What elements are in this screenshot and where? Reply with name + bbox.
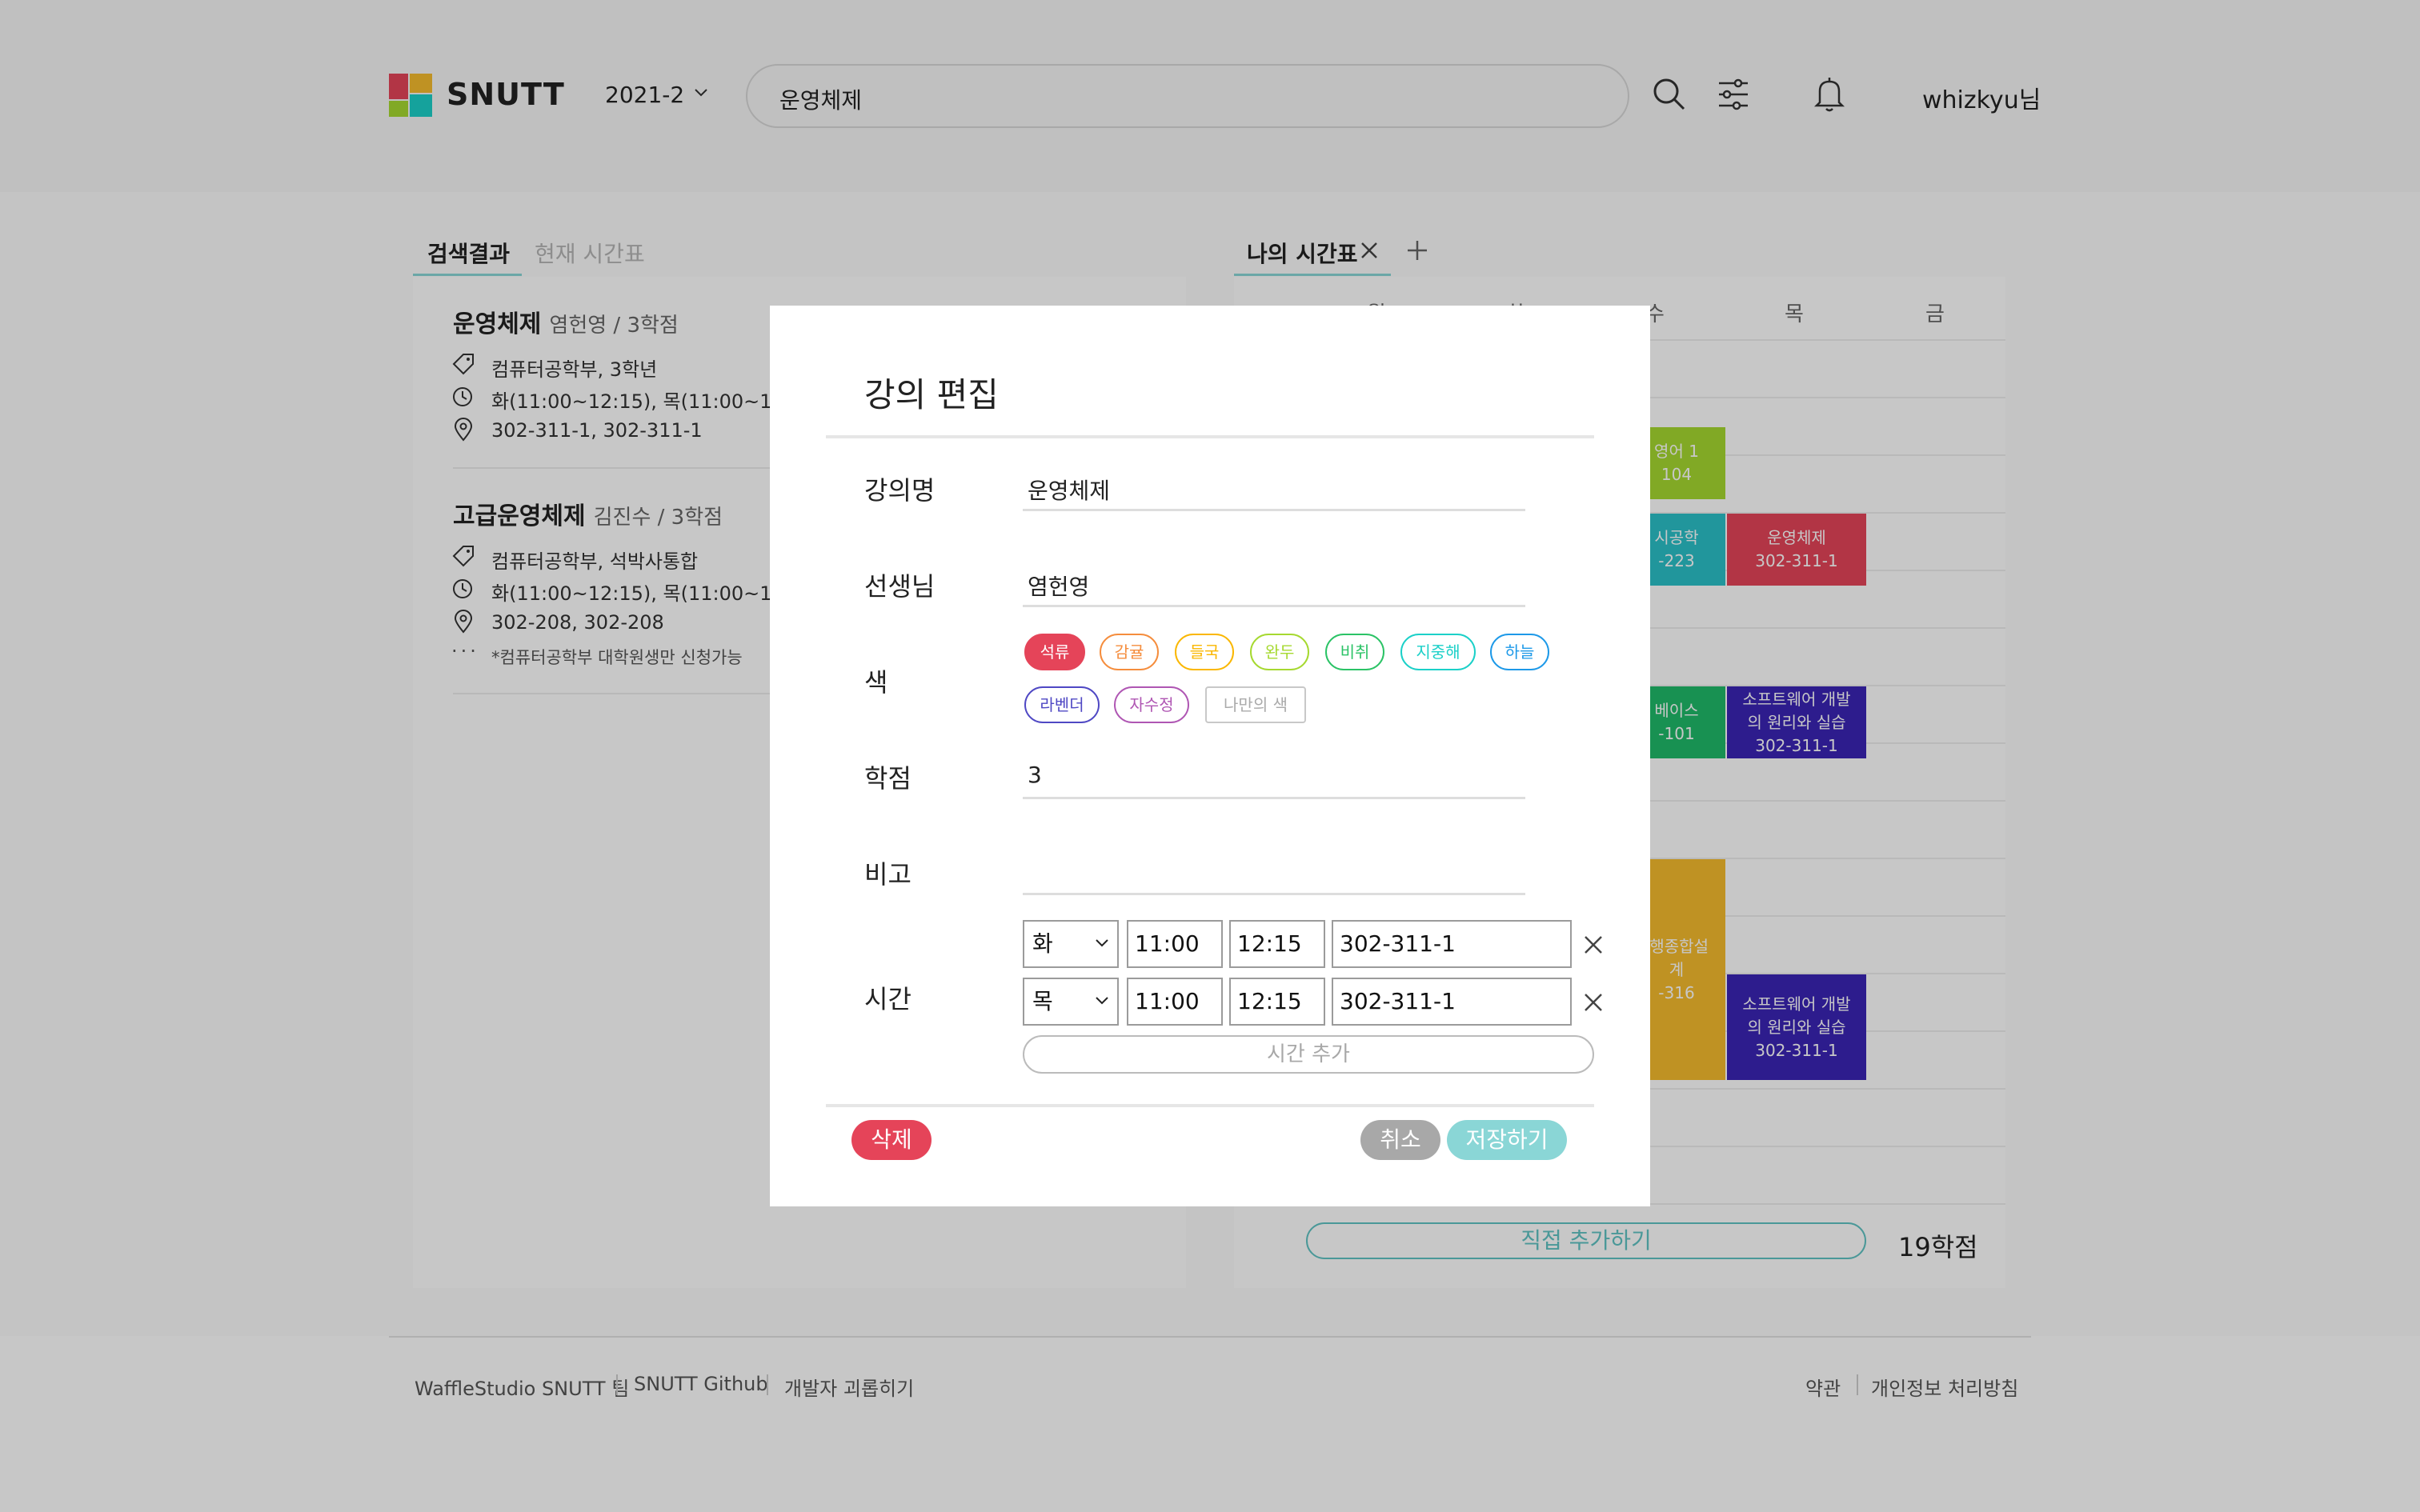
save-button[interactable]: 저장하기 (1447, 1120, 1567, 1160)
input-underline (1023, 509, 1525, 511)
remove-time-icon[interactable] (1581, 990, 1605, 1014)
chevron-down-icon (1096, 997, 1108, 1005)
input-underline (1023, 605, 1525, 607)
dialog-divider (826, 435, 1594, 438)
start-time-input[interactable]: 11:00 (1127, 978, 1223, 1026)
color-chip[interactable]: 라벤더 (1024, 686, 1100, 723)
color-chip[interactable]: 감귤 (1100, 634, 1159, 670)
day-select-value: 목 (1032, 988, 1053, 1014)
input-underline (1023, 893, 1525, 895)
color-chip[interactable]: 들국 (1175, 634, 1234, 670)
color-chip[interactable]: 지중해 (1400, 634, 1476, 670)
place-input[interactable]: 302-311-1 (1332, 920, 1572, 968)
color-chip[interactable]: 완두 (1250, 634, 1309, 670)
dialog-title: 강의 편집 (864, 375, 999, 414)
day-select[interactable]: 화 (1023, 920, 1119, 968)
label-color: 색 (864, 667, 888, 698)
end-time-input[interactable]: 12:15 (1229, 978, 1325, 1026)
end-time-input[interactable]: 12:15 (1229, 920, 1325, 968)
label-lecture-name: 강의명 (864, 475, 936, 506)
start-time-input[interactable]: 11:00 (1127, 920, 1223, 968)
cancel-button[interactable]: 취소 (1360, 1120, 1440, 1160)
label-credit: 학점 (864, 763, 912, 794)
credit-input[interactable]: 3 (1028, 762, 1042, 788)
color-chip-selected[interactable]: 석류 (1024, 634, 1085, 670)
edit-lecture-dialog: 강의 편집 강의명 운영체제 선생님 염헌영 색 석류 감귤 들국 완두 비취 … (770, 306, 1650, 1206)
label-remark: 비고 (864, 859, 912, 890)
chevron-down-icon (1096, 939, 1108, 947)
day-select-value: 화 (1032, 930, 1053, 957)
color-chip[interactable]: 비취 (1325, 634, 1384, 670)
delete-button[interactable]: 삭제 (851, 1120, 932, 1160)
color-chip[interactable]: 하늘 (1490, 634, 1549, 670)
snutt-page: SNUTT 2021-2 운영체제 whizkyu님 검색결과 현재 시간표 운… (0, 0, 2420, 1512)
color-chip[interactable]: 자수정 (1114, 686, 1189, 723)
add-time-button[interactable]: 시간 추가 (1023, 1035, 1594, 1074)
input-underline (1023, 797, 1525, 799)
remove-time-icon[interactable] (1581, 933, 1605, 957)
place-input[interactable]: 302-311-1 (1332, 978, 1572, 1026)
label-instructor: 선생님 (864, 571, 936, 602)
lecture-name-input[interactable]: 운영체제 (1028, 474, 1110, 506)
label-time: 시간 (864, 984, 912, 1014)
day-select[interactable]: 목 (1023, 978, 1119, 1026)
instructor-input[interactable]: 염헌영 (1028, 570, 1089, 602)
custom-color-chip[interactable]: 나만의 색 (1205, 686, 1306, 723)
dialog-divider (826, 1104, 1594, 1107)
